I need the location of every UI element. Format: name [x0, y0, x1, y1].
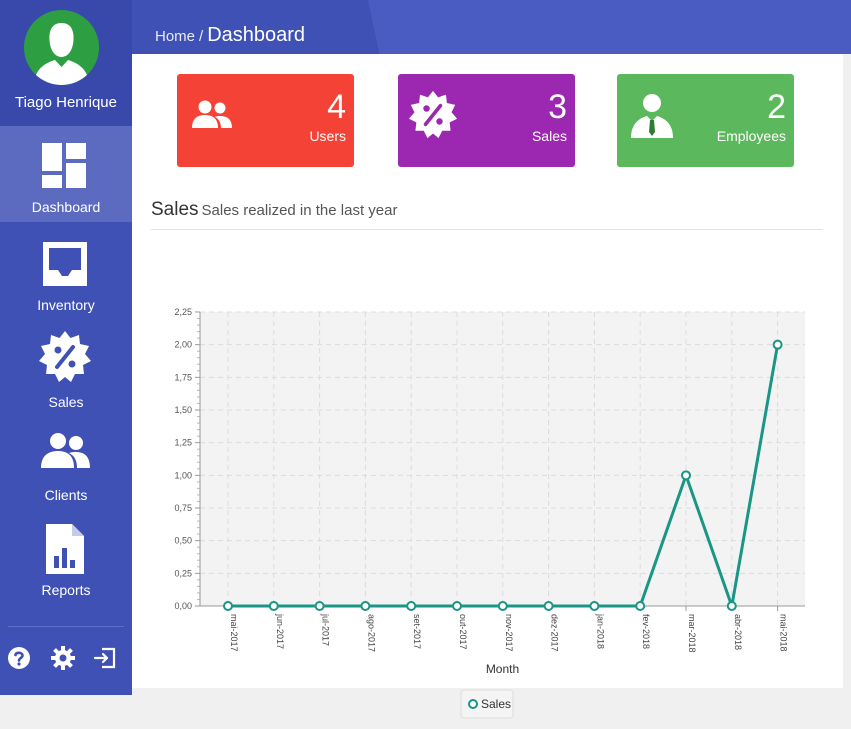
x-tick-label: jan-2018 [595, 613, 605, 649]
y-tick-label: 1,50 [174, 405, 192, 415]
user-profile: Tiago Henrique [0, 0, 132, 126]
data-point[interactable] [543, 601, 554, 611]
sidebar-item-clients[interactable]: Clients [0, 414, 132, 510]
data-point[interactable] [314, 601, 325, 611]
x-tick-label: abr-2018 [733, 614, 743, 650]
y-tick-label: 1,00 [174, 470, 192, 480]
breadcrumb-separator: / [199, 28, 204, 45]
employees-card[interactable]: 2 Employees [617, 74, 794, 167]
clients-icon [41, 433, 90, 468]
data-point[interactable] [635, 601, 646, 611]
top-header: Home / Dashboard [132, 0, 851, 54]
data-point[interactable] [681, 470, 691, 481]
users-card[interactable]: 4 Users [177, 74, 354, 167]
x-tick-label: ago-2017 [366, 614, 376, 652]
x-tick-label: set-2017 [412, 614, 422, 649]
data-point[interactable] [452, 601, 462, 611]
employee-icon [631, 94, 673, 138]
dashboard-icon [42, 143, 86, 188]
sidebar-divider [8, 626, 124, 627]
section-divider [151, 229, 823, 230]
breadcrumb: Home / Dashboard [155, 24, 305, 47]
y-tick-label: 2,25 [174, 307, 192, 317]
users-icon [192, 100, 232, 128]
y-tick-label: 1,75 [174, 372, 192, 382]
section-subtitle: Sales realized in the last year [201, 202, 398, 219]
main-content: 4 Users 3 Sales 2 Employees Sales Sales r… [132, 54, 843, 719]
x-tick-label: jul-2017 [321, 613, 331, 646]
sales-line-chart: 0,00 0,25 0,50 0,75 1,00 1,25 1,50 1,75 2,00 2,25… [174, 307, 805, 719]
x-tick-label: jun-2017 [275, 613, 285, 649]
data-point[interactable] [589, 601, 600, 611]
sidebar-item-sales[interactable]: Sales [0, 318, 132, 414]
x-tick-label: mar-2018 [687, 614, 697, 653]
legend-marker [468, 699, 478, 709]
y-tick-label: 1,25 [174, 438, 192, 448]
sales-chart-container: 0,00 0,25 0,50 0,75 1,00 1,25 1,50 1,75 2,00 2,25… [132, 234, 843, 719]
data-point[interactable] [406, 601, 417, 611]
header-decoration [368, 0, 851, 54]
user-name: Tiago Henrique [14, 94, 117, 111]
data-point[interactable] [772, 339, 783, 350]
breadcrumb-home[interactable]: Home [155, 28, 195, 45]
x-tick-label: mai-2018 [779, 614, 789, 652]
x-tick-label: fev-2018 [641, 614, 651, 649]
y-tick-label: 0,75 [174, 503, 192, 513]
card-value: 3 [548, 88, 567, 126]
data-point[interactable] [223, 601, 233, 611]
y-tick-label: 2,00 [174, 340, 192, 350]
legend-label: Sales [481, 697, 511, 711]
data-point[interactable] [726, 601, 737, 611]
sales-badge-icon [408, 90, 458, 139]
data-point[interactable] [497, 601, 508, 611]
sales-card[interactable]: 3 Sales [398, 74, 575, 167]
card-label: Employees [716, 128, 786, 144]
x-tick-label: mai-2017 [229, 614, 239, 652]
sales-icon [39, 331, 91, 382]
x-tick-label: nov-2017 [504, 614, 514, 652]
sidebar-item-dashboard[interactable]: Dashboard [0, 126, 132, 222]
y-tick-label: 0,50 [174, 536, 192, 546]
x-axis-label: Month [486, 662, 519, 676]
y-tick-label: 0,00 [174, 601, 192, 611]
reports-icon [46, 524, 84, 574]
logout-icon[interactable] [92, 645, 118, 671]
sidebar-item-reports[interactable]: Reports [0, 510, 132, 610]
y-tick-label: 0,25 [174, 568, 192, 578]
inventory-icon [43, 242, 87, 286]
data-point[interactable] [360, 601, 371, 611]
sidebar-item-label: Sales [48, 394, 84, 410]
sidebar-item-label: Inventory [37, 297, 95, 313]
avatar[interactable] [24, 10, 99, 85]
sidebar-item-label: Clients [44, 487, 88, 503]
card-value: 2 [767, 88, 786, 126]
user-avatar-icon [34, 23, 89, 85]
settings-icon[interactable] [50, 645, 76, 671]
section-title: Sales Sales realized in the last year [151, 199, 397, 221]
section-heading: Sales [151, 199, 199, 220]
sidebar-item-label: Dashboard [31, 199, 101, 215]
breadcrumb-current: Dashboard [207, 24, 306, 46]
sidebar-item-label: Reports [41, 582, 91, 598]
card-value: 4 [327, 88, 346, 126]
x-tick-label: dez-2017 [550, 614, 560, 652]
card-label: Sales [531, 128, 567, 144]
card-label: Users [309, 128, 346, 144]
help-icon[interactable] [6, 645, 32, 671]
data-point[interactable] [268, 601, 279, 611]
sidebar-item-inventory[interactable]: Inventory [0, 222, 132, 318]
x-tick-label: out-2017 [458, 614, 468, 650]
sidebar: Tiago Henrique Dashboard Inventory Sales [0, 0, 132, 695]
